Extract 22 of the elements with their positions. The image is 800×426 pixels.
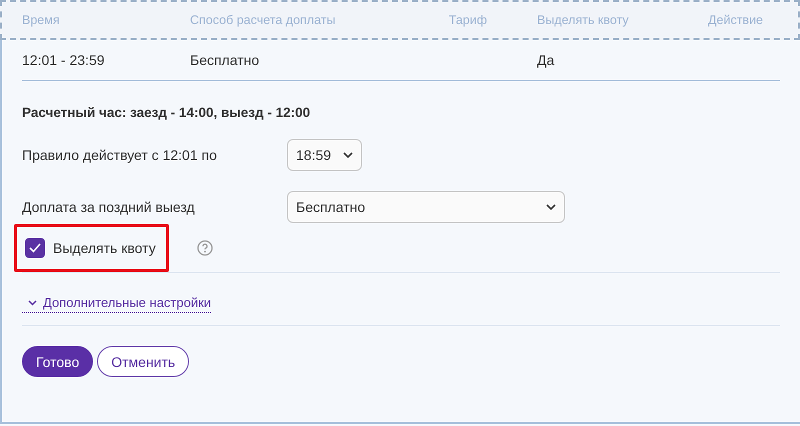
column-header: Время [22,13,61,27]
column-header: Тариф [448,13,487,27]
dropdown[interactable]: Бесплатно [287,191,565,223]
done-button[interactable]: Готово [22,346,94,377]
dropdown[interactable]: 18:59 [287,139,362,171]
table-cell-text: Да [536,52,556,68]
chevron-down-icon [343,152,353,158]
chevron-down-icon [28,300,37,306]
help-icon[interactable] [196,240,213,256]
field-label: Правило действует с 12:01 по [22,147,218,163]
column-header: Действие [708,13,763,27]
table-cell-text: Бесплатно [190,52,260,68]
chevron-down-icon [546,204,556,210]
cancel-button[interactable]: Отменить [97,346,190,377]
section-heading: Расчетный час: заезд - 14:00, выезд - 12:00 [22,105,312,120]
quota-checkbox[interactable]: Выделять квоту [14,224,169,272]
column-header: Выделять квоту [536,13,630,27]
checkmark-icon [29,243,41,253]
field-label: Доплата за поздний выезд [22,199,196,215]
advanced-settings-link[interactable]: Дополнительные настройки [22,295,212,313]
table-cell-text: 12:01 - 23:59 [22,52,106,68]
column-header: Способ расчета доплаты [190,13,336,27]
